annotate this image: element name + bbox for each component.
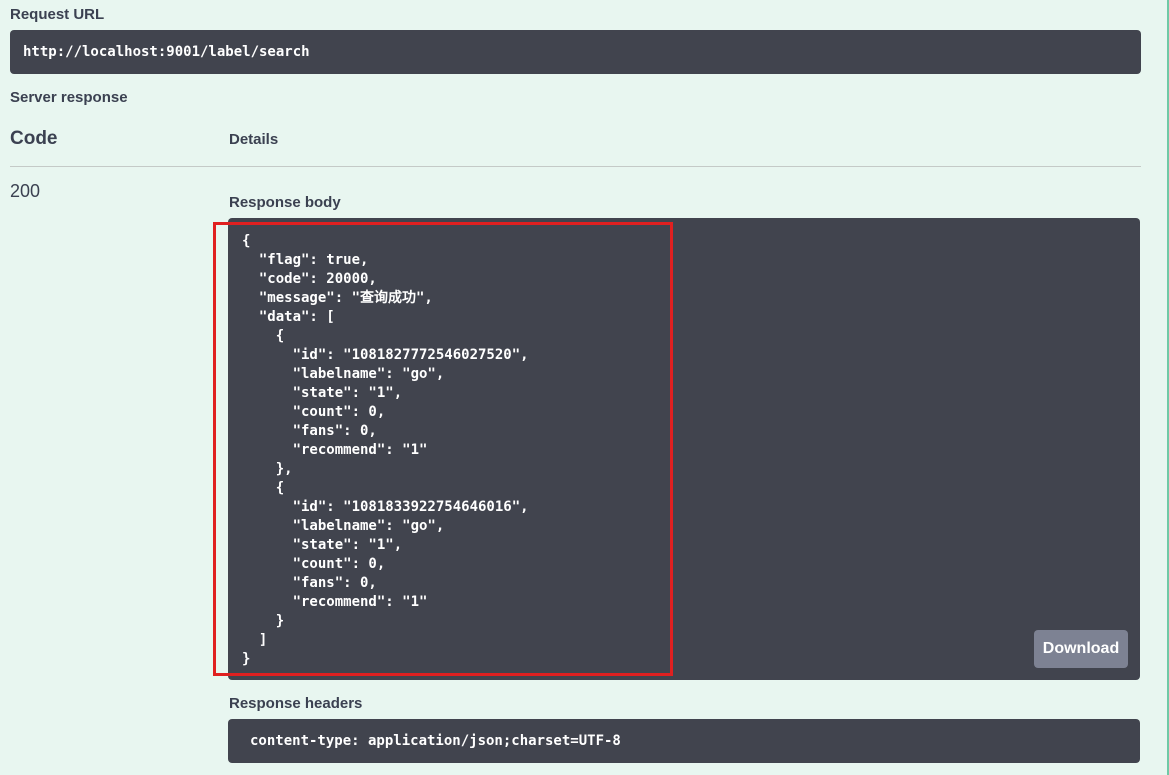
response-body-json[interactable]: { "flag": true, "code": 20000, "message"… (242, 232, 1140, 669)
response-headers-label: Response headers (229, 695, 363, 712)
response-body-label: Response body (229, 194, 341, 211)
response-headers-value[interactable]: content-type: application/json;charset=U… (228, 719, 1140, 763)
details-column-header: Details (229, 131, 279, 148)
download-button[interactable]: Download (1034, 630, 1128, 668)
request-url-value[interactable]: http://localhost:9001/label/search (10, 30, 1141, 74)
server-response-label: Server response (10, 89, 128, 106)
response-status-code: 200 (10, 181, 41, 201)
table-divider (10, 166, 1141, 167)
code-column-header: Code (10, 128, 58, 149)
response-body-panel[interactable]: { "flag": true, "code": 20000, "message"… (228, 218, 1140, 680)
request-url-label: Request URL (10, 6, 105, 23)
